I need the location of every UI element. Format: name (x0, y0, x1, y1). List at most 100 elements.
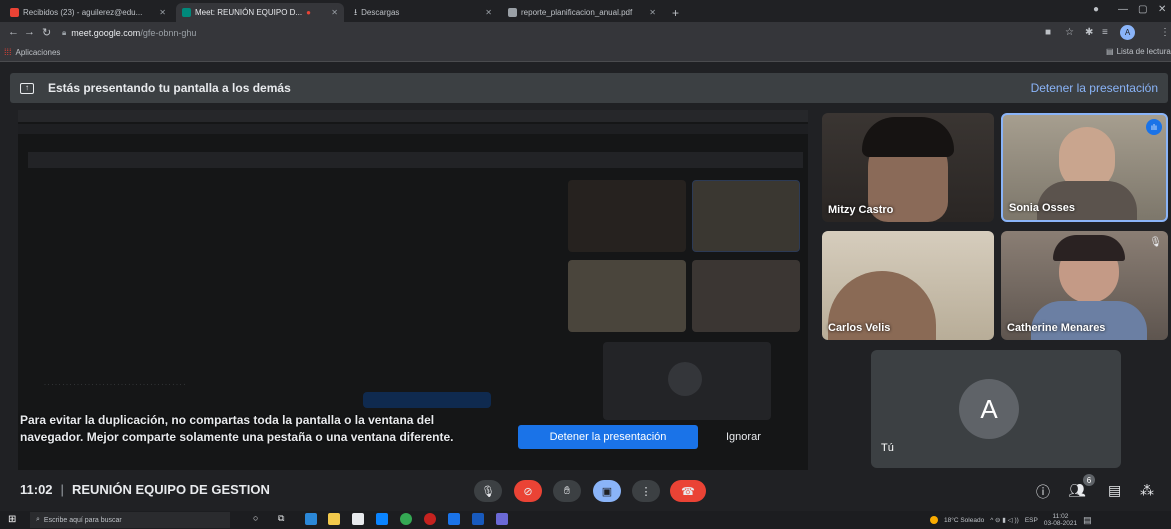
url-field[interactable]: 🔒︎ meet.google.com/gfe-obnn-ghu (62, 25, 196, 41)
apps-grid-icon: ⁞⁞⁞ (4, 47, 12, 57)
star-icon[interactable]: ☆ (1065, 27, 1074, 38)
speaking-indicator-icon: ılı (1146, 119, 1162, 135)
teams-icon[interactable] (472, 513, 484, 525)
maximize-icon[interactable]: ▢ (1138, 4, 1147, 15)
reading-list-label: Lista de lectura (1116, 47, 1171, 56)
edge-icon[interactable] (305, 513, 317, 525)
new-tab-button[interactable]: + (666, 3, 686, 22)
menu-kebab-icon[interactable]: ⋮ (1160, 27, 1170, 38)
more-vert-icon: ⋮ (640, 485, 652, 498)
microphone-button[interactable]: 🎙︎ (474, 480, 502, 502)
bookmarks-bar (0, 44, 1171, 62)
people-icon[interactable]: 👥︎ (1068, 482, 1086, 499)
system-tray: 18°C Soleado ^ ⊖ ▮ ◁ )) ESP 11:02 03-08-… (930, 513, 1092, 527)
camera-icon[interactable]: ■ (1045, 27, 1051, 38)
reload-icon[interactable]: ↻ (42, 26, 51, 39)
camera-off-button[interactable]: ⊘ (514, 480, 542, 502)
present-button[interactable]: ▣ (593, 480, 621, 502)
store-icon[interactable] (352, 513, 364, 525)
tab-gmail[interactable]: Recibidos (23) - aguilerez@edu... ✕ (4, 3, 172, 22)
notifications-icon[interactable]: ▤ (1083, 515, 1092, 526)
leave-call-button[interactable]: ☎︎ (670, 480, 706, 502)
mirror-stop-button (363, 392, 491, 408)
microphone-icon: 🎙︎ (481, 485, 495, 498)
tray-icons[interactable]: ^ ⊖ ▮ ◁ )) (990, 516, 1019, 524)
close-icon[interactable]: ✕ (331, 8, 338, 17)
mail-icon[interactable] (376, 513, 388, 525)
meeting-info: 11:02 | REUNIÓN EQUIPO DE GESTION (20, 482, 270, 497)
file-explorer-icon[interactable] (328, 513, 340, 525)
close-icon[interactable]: ✕ (649, 8, 656, 17)
bookmark-apps[interactable]: ⁞⁞⁞ Aplicaciones (4, 47, 60, 57)
participant-name: Catherine Menares (1007, 322, 1106, 334)
mic-off-icon: 🎙︎ (1149, 237, 1162, 248)
participant-tile-active[interactable]: ılı Sonia Osses (1001, 113, 1168, 222)
mirror-tile (568, 260, 686, 332)
self-tile[interactable]: A Tú (871, 350, 1121, 468)
mirror-tab-bar (18, 110, 808, 122)
stop-presenting-button[interactable]: Detener la presentación (518, 425, 698, 449)
mirror-address-bar (18, 124, 808, 134)
duplication-warning: Para evitar la duplicación, no compartas… (20, 413, 454, 444)
chrome-icon[interactable] (400, 513, 412, 525)
url-path: /gfe-obnn-ghu (140, 28, 197, 38)
profile-avatar[interactable]: A (1120, 25, 1135, 40)
taskbar-search-field[interactable]: ⌕ Escribe aquí para buscar (30, 512, 230, 528)
tab-pdf[interactable]: reporte_planificacion_anual.pdf ✕ (502, 3, 662, 22)
search-placeholder: Escribe aquí para buscar (43, 516, 122, 524)
windows-start-icon[interactable]: ⊞ (8, 514, 16, 525)
close-window-icon[interactable]: ✕ (1158, 4, 1166, 15)
recording-dot-icon: ● (306, 8, 311, 17)
tab-downloads[interactable]: ⭳ Descargas ✕ (348, 3, 498, 22)
participant-name: Tú (881, 442, 894, 454)
presenting-text: Estás presentando tu pantalla a los demá… (48, 81, 291, 95)
participant-name: Carlos Velis (828, 322, 891, 334)
present-screen-icon: ▣ (601, 485, 613, 498)
participant-hair (862, 117, 954, 157)
app-icon[interactable] (496, 513, 508, 525)
participant-tile[interactable]: Carlos Velis (822, 231, 994, 340)
tab-meet[interactable]: Meet: REUNIÓN EQUIPO D... ● ✕ (176, 3, 344, 22)
participant-tile[interactable]: 🎙︎ Catherine Menares (1001, 231, 1168, 340)
participant-name: Mitzy Castro (828, 204, 894, 216)
mirror-tile (692, 180, 800, 252)
raise-hand-button[interactable]: ✋︎ (553, 480, 581, 502)
self-avatar: A (959, 379, 1019, 439)
language-indicator[interactable]: ESP (1025, 517, 1038, 524)
mirror-tile (568, 180, 686, 252)
tab-label: Meet: REUNIÓN EQUIPO D... (195, 8, 303, 17)
meeting-time: 11:02 (20, 482, 53, 497)
minimize-icon[interactable]: — (1118, 4, 1128, 15)
taskbar-clock[interactable]: 11:02 03-08-2021 (1044, 513, 1077, 527)
stop-presenting-link[interactable]: Detener la presentación (1031, 81, 1158, 95)
close-icon[interactable]: ✕ (159, 8, 166, 17)
reading-list[interactable]: ▤ Lista de lectura (1106, 47, 1171, 56)
meet-icon (182, 8, 191, 17)
task-view-icon[interactable]: ⧉ (278, 513, 284, 524)
participant-tile[interactable]: Mitzy Castro (822, 113, 994, 222)
cortana-icon[interactable]: ○ (253, 513, 258, 523)
ignore-button[interactable]: Ignorar (726, 425, 761, 449)
chrome-profile-icon[interactable] (424, 513, 436, 525)
tab-label: reporte_planificacion_anual.pdf (521, 8, 633, 17)
forward-icon[interactable]: → (24, 26, 35, 38)
participant-count-badge: 6 (1083, 474, 1095, 486)
meeting-details-icon[interactable]: ⓘ (1036, 482, 1050, 502)
chat-icon[interactable]: ▤ (1108, 482, 1121, 499)
present-screen-icon: ↑ (20, 82, 34, 94)
clock-date: 03-08-2021 (1043, 520, 1078, 527)
reading-list-icon: ▤ (1106, 47, 1114, 56)
more-options-button[interactable]: ⋮ (632, 480, 660, 502)
pdf-icon (508, 8, 517, 17)
playlist-icon[interactable]: ≡ (1102, 27, 1108, 38)
hand-icon: ✋︎ (563, 484, 571, 497)
back-icon[interactable]: ← (8, 26, 19, 38)
close-icon[interactable]: ✕ (485, 8, 492, 17)
word-icon[interactable] (448, 513, 460, 525)
clock-time: 11:02 (1052, 513, 1069, 520)
extensions-icon[interactable]: ✱ (1085, 27, 1093, 38)
activities-icon[interactable]: ⁂ (1140, 482, 1154, 499)
download-icon: ⭳ (354, 6, 358, 17)
tab-label: Recibidos (23) - aguilerez@edu... (23, 8, 143, 17)
tab-search-icon[interactable]: ● (1093, 4, 1099, 15)
